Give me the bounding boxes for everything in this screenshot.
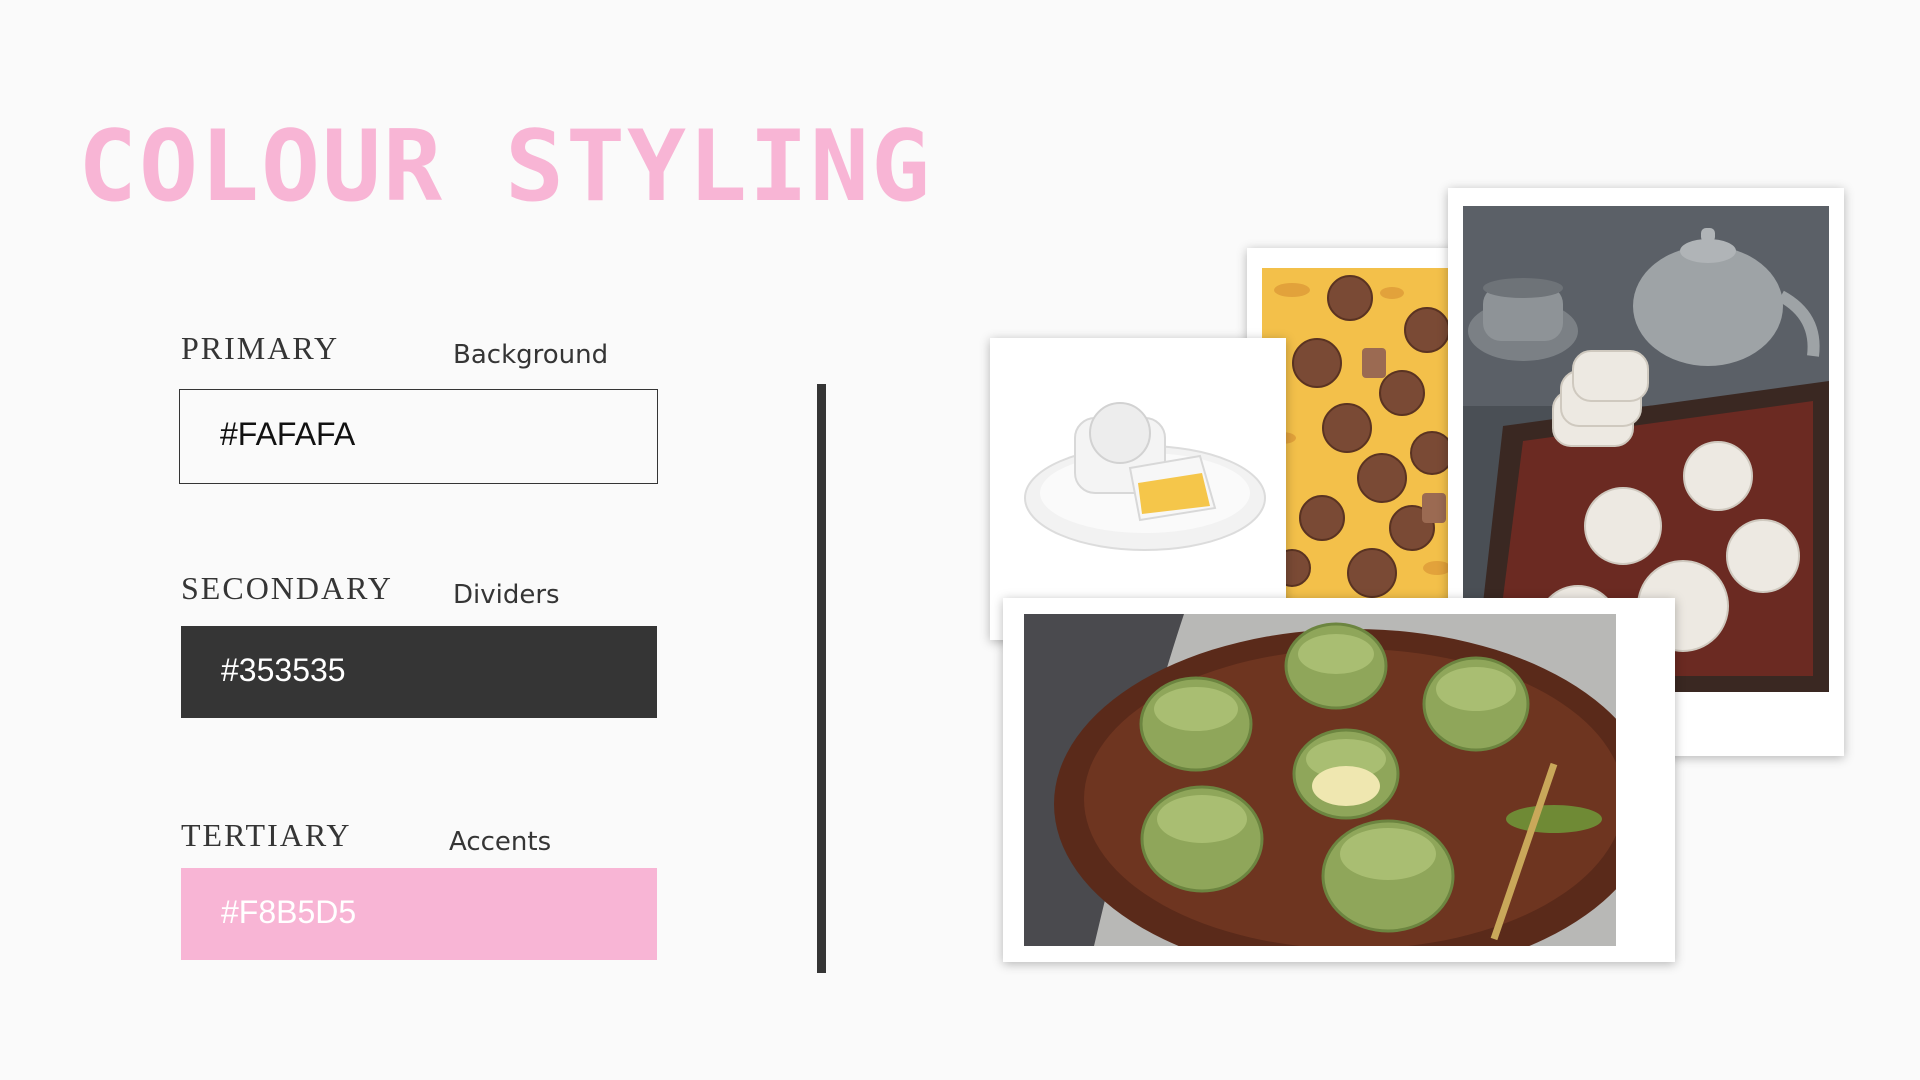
chocolate-mooncakes-photo	[1262, 268, 1457, 600]
vertical-divider	[817, 384, 826, 973]
tertiary-label: TERTIARY	[181, 817, 352, 853]
page-title: COLOUR STYLING	[78, 110, 933, 224]
tertiary-swatch: #F8B5D5	[181, 868, 657, 960]
secondary-role: Dividers	[453, 580, 560, 610]
matcha-mooncakes-photo	[1024, 614, 1616, 946]
primary-role: Background	[453, 340, 609, 370]
secondary-label: SECONDARY	[181, 570, 393, 606]
primary-hex: #FAFAFA	[220, 416, 356, 452]
primary-swatch: #FAFAFA	[179, 389, 658, 484]
snowskin-mooncake-photo	[990, 338, 1286, 640]
secondary-swatch: #353535	[181, 626, 657, 718]
primary-label: PRIMARY	[181, 330, 340, 366]
secondary-hex: #353535	[221, 652, 346, 688]
tertiary-role: Accents	[449, 827, 552, 857]
tertiary-hex: #F8B5D5	[221, 894, 357, 930]
